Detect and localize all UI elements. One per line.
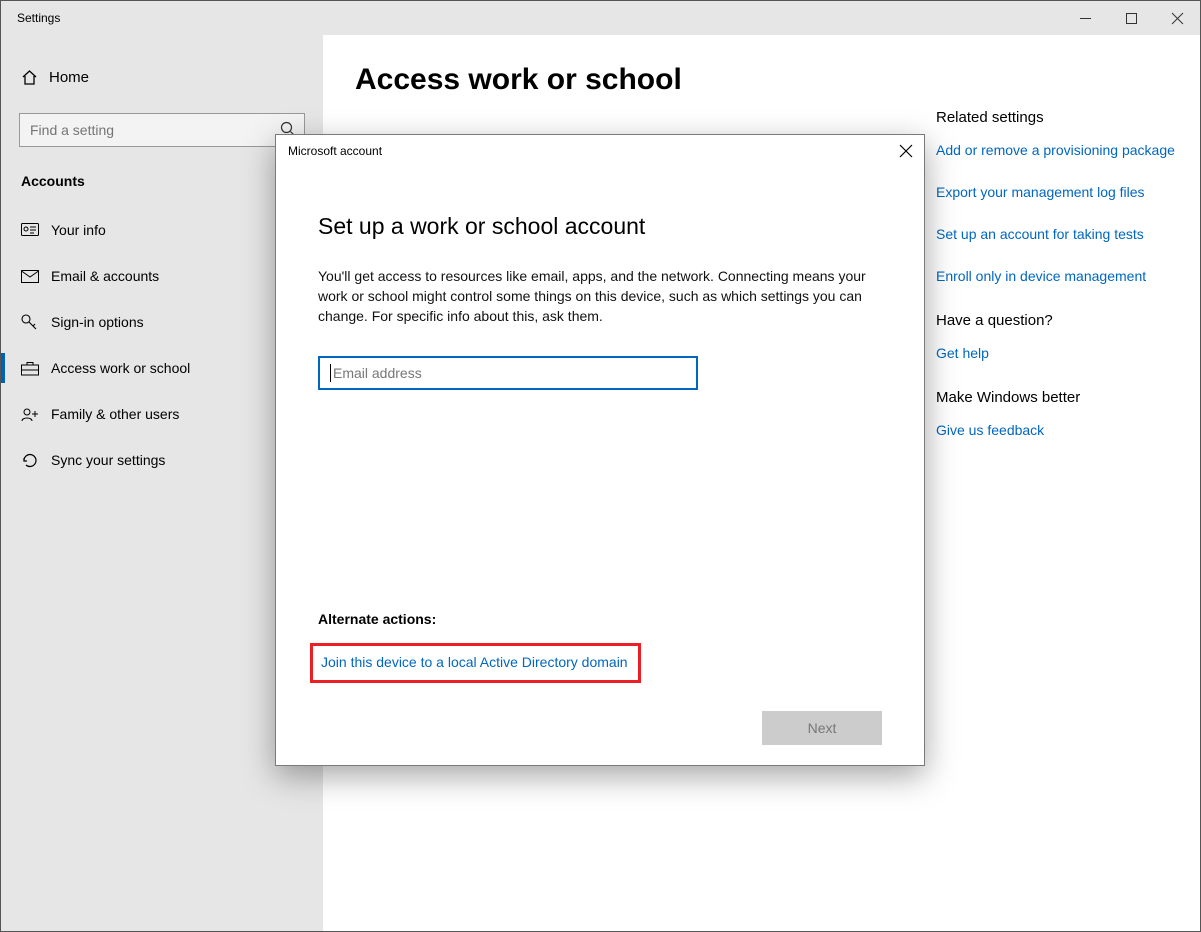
link-join-ad-domain[interactable]: Join this device to a local Active Direc…	[321, 654, 628, 670]
related-settings-heading: Related settings	[936, 109, 1182, 126]
window-title: Settings	[1, 11, 60, 25]
maximize-icon	[1126, 13, 1137, 24]
sidebar-item-label: Sync your settings	[51, 452, 165, 468]
link-setup-test-account[interactable]: Set up an account for taking tests	[936, 224, 1182, 244]
next-button[interactable]: Next	[762, 711, 882, 745]
dialog-content: Set up a work or school account You'll g…	[276, 167, 924, 765]
sidebar-item-label: Family & other users	[51, 406, 179, 422]
sidebar-item-label: Your info	[51, 222, 106, 238]
email-icon	[21, 270, 51, 283]
dialog-title: Microsoft account	[288, 144, 382, 158]
minimize-button[interactable]	[1062, 1, 1108, 35]
sidebar-item-label: Email & accounts	[51, 268, 159, 284]
dialog-heading: Set up a work or school account	[318, 213, 882, 240]
search-box[interactable]	[19, 113, 305, 147]
home-label: Home	[49, 69, 89, 86]
right-column: Related settings Add or remove a provisi…	[936, 109, 1182, 462]
better-heading: Make Windows better	[936, 389, 1182, 406]
home-button[interactable]: Home	[1, 55, 323, 99]
question-heading: Have a question?	[936, 312, 1182, 329]
link-export-log-files[interactable]: Export your management log files	[936, 182, 1182, 202]
titlebar: Settings	[1, 1, 1200, 36]
close-icon	[900, 145, 912, 157]
text-caret	[330, 364, 331, 382]
minimize-icon	[1080, 13, 1091, 24]
dialog: Microsoft account Set up a work or schoo…	[275, 134, 925, 766]
link-provisioning-package[interactable]: Add or remove a provisioning package	[936, 140, 1182, 160]
link-get-help[interactable]: Get help	[936, 343, 1182, 363]
email-placeholder: Email address	[333, 365, 422, 381]
key-icon	[21, 314, 51, 330]
dialog-description: You'll get access to resources like emai…	[318, 266, 882, 326]
search-input[interactable]	[28, 121, 296, 139]
highlight-box: Join this device to a local Active Direc…	[310, 643, 641, 683]
close-icon	[1172, 13, 1183, 24]
next-button-label: Next	[808, 720, 837, 736]
sidebar-item-label: Access work or school	[51, 360, 190, 376]
page-title: Access work or school	[355, 63, 1200, 97]
sync-icon	[21, 452, 51, 469]
dialog-header: Microsoft account	[276, 135, 924, 167]
sidebar-item-label: Sign-in options	[51, 314, 144, 330]
link-give-feedback[interactable]: Give us feedback	[936, 420, 1182, 440]
link-enroll-device-management[interactable]: Enroll only in device management	[936, 266, 1182, 286]
maximize-button[interactable]	[1108, 1, 1154, 35]
close-button[interactable]	[1154, 1, 1200, 35]
email-field[interactable]: Email address	[318, 356, 698, 390]
home-icon	[21, 69, 49, 86]
briefcase-icon	[21, 361, 51, 376]
your-info-icon	[21, 223, 51, 237]
window-controls	[1062, 1, 1200, 35]
dialog-close-button[interactable]	[896, 141, 916, 161]
people-icon	[21, 407, 51, 422]
alternate-actions-heading: Alternate actions:	[318, 611, 436, 627]
